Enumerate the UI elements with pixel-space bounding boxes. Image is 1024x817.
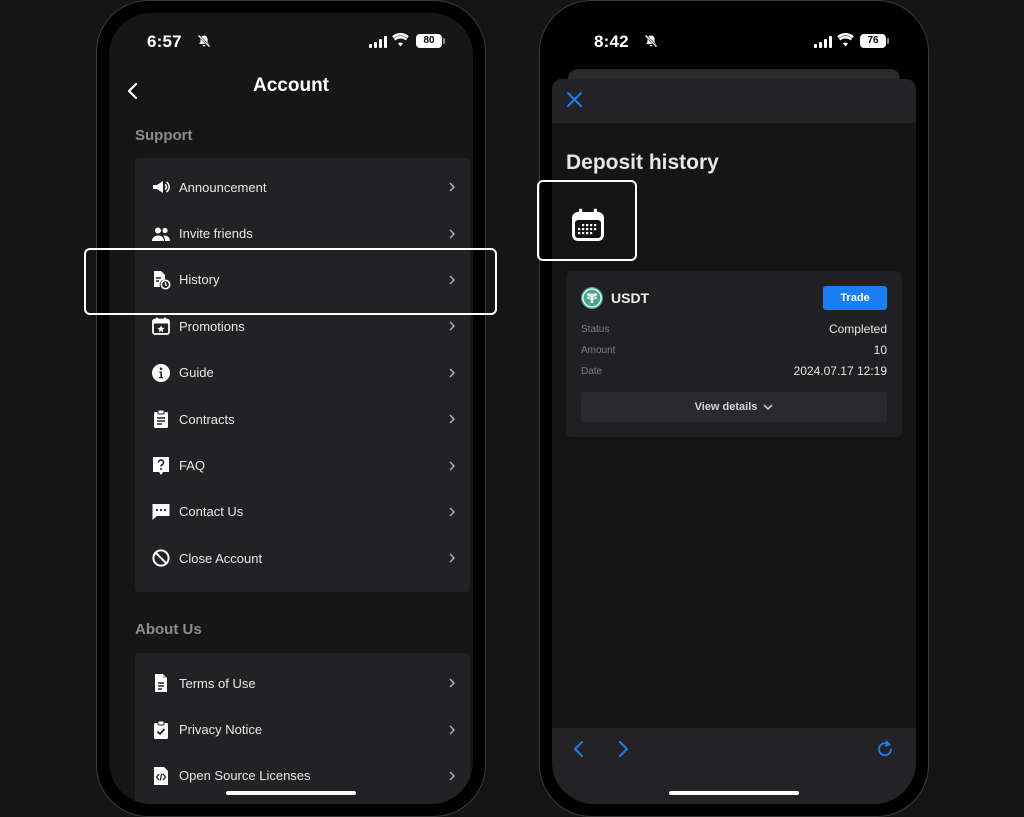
chevron-down-icon	[763, 403, 773, 410]
menu-item-label: Guide	[179, 365, 214, 381]
menu-item-label: Announcement	[179, 179, 267, 195]
battery-indicator: 80	[416, 34, 445, 48]
amount-row: Amount 10	[581, 343, 887, 361]
deposit-record-card: USDT Trade Status Completed Amount 10 Da…	[566, 271, 902, 437]
calendar-star-icon	[152, 317, 170, 336]
block-icon	[152, 549, 170, 567]
status-value: Completed	[828, 322, 887, 336]
menu-item-label: Terms of Use	[179, 675, 256, 691]
menu-item-terms-of-use[interactable]: Terms of Use	[135, 660, 470, 706]
signal-icon	[369, 36, 387, 48]
chevron-right-icon	[449, 182, 455, 192]
about-menu-card: Terms of Use Privacy Notice Open Source …	[135, 653, 470, 804]
menu-item-label: FAQ	[179, 458, 206, 474]
menu-item-contracts[interactable]: Contracts	[135, 396, 470, 442]
document-icon	[155, 674, 167, 693]
menu-item-announcement[interactable]: Announcement	[135, 164, 470, 210]
info-icon	[152, 363, 170, 382]
menu-item-label: Promotions	[179, 318, 245, 334]
phone-left: 6:57 80 Account Support Announcement Inv…	[96, 0, 486, 817]
battery-indicator: 76	[860, 34, 889, 48]
chevron-right-icon	[449, 553, 455, 563]
close-icon[interactable]	[566, 91, 583, 108]
usdt-coin-icon	[581, 287, 603, 309]
chevron-right-icon	[449, 507, 455, 517]
page-title: Deposit history	[566, 151, 719, 174]
status-bar: 6:57 80	[109, 13, 473, 69]
wifi-icon	[392, 33, 409, 47]
question-icon	[153, 456, 169, 475]
deposit-history-screen: 8:42 76 Deposit history USDT Trade Statu…	[552, 13, 916, 804]
chevron-right-icon	[449, 461, 455, 471]
menu-item-label: Close Account	[179, 550, 263, 566]
home-indicator[interactable]	[226, 791, 356, 795]
signal-icon	[814, 36, 832, 48]
chevron-right-icon	[449, 678, 455, 688]
silent-bell-icon	[644, 34, 658, 48]
menu-item-privacy-notice[interactable]: Privacy Notice	[135, 706, 470, 752]
support-menu-card: Announcement Invite friends History Prom…	[135, 158, 470, 592]
amount-label: Amount	[581, 345, 616, 356]
silent-bell-icon	[197, 34, 211, 48]
phone-right: 8:42 76 Deposit history USDT Trade Statu…	[539, 0, 929, 817]
date-row: Date 2024.07.17 12:19	[581, 364, 887, 382]
history-highlight-box	[84, 248, 497, 315]
view-details-label: View details	[694, 401, 758, 413]
menu-item-guide[interactable]: Guide	[135, 350, 470, 396]
support-section-title: Support	[135, 127, 193, 144]
chevron-right-icon	[449, 321, 455, 331]
status-time: 6:57	[147, 32, 182, 51]
date-value: 2024.07.17 12:19	[793, 364, 887, 378]
sheet-header	[552, 79, 916, 123]
status-row: Status Completed	[581, 322, 887, 340]
status-time: 8:42	[594, 32, 629, 51]
menu-item-faq[interactable]: FAQ	[135, 442, 470, 488]
amount-value: 10	[873, 343, 887, 357]
chevron-right-icon	[449, 229, 455, 239]
chevron-right-icon	[449, 368, 455, 378]
megaphone-icon	[153, 181, 170, 194]
refresh-icon[interactable]	[876, 740, 894, 758]
trade-button[interactable]: Trade	[823, 286, 887, 310]
calendar-highlight-box	[537, 180, 637, 261]
menu-item-close-account[interactable]: Close Account	[135, 535, 470, 581]
chat-icon	[152, 503, 170, 520]
menu-item-label: Invite friends	[179, 226, 253, 242]
home-indicator[interactable]	[669, 791, 799, 795]
status-label: Status	[581, 324, 610, 335]
about-section-title: About Us	[135, 621, 202, 638]
account-screen: 6:57 80 Account Support Announcement Inv…	[109, 13, 473, 804]
wifi-icon	[837, 33, 854, 47]
page-title: Account	[253, 75, 329, 96]
forward-arrow-icon[interactable]	[614, 740, 632, 758]
navigation-bar: Account	[109, 69, 473, 113]
chevron-right-icon	[449, 725, 455, 735]
menu-item-contact-us[interactable]: Contact Us	[135, 489, 470, 535]
people-icon	[152, 227, 170, 241]
menu-item-label: Privacy Notice	[179, 722, 263, 738]
menu-item-label: Contracts	[179, 411, 235, 427]
coin-name: USDT	[611, 290, 650, 306]
chevron-right-icon	[449, 771, 455, 781]
clipboard-check-icon	[154, 720, 168, 739]
back-arrow-icon[interactable]	[570, 740, 588, 758]
clipboard-icon	[154, 409, 168, 429]
code-file-icon	[154, 766, 168, 785]
chevron-right-icon	[449, 414, 455, 424]
status-bar: 8:42 76	[552, 13, 916, 69]
menu-item-label: Open Source Licenses	[179, 768, 311, 784]
view-details-button[interactable]: View details	[581, 392, 887, 422]
menu-item-label: Contact Us	[179, 504, 244, 520]
date-label: Date	[581, 366, 603, 377]
